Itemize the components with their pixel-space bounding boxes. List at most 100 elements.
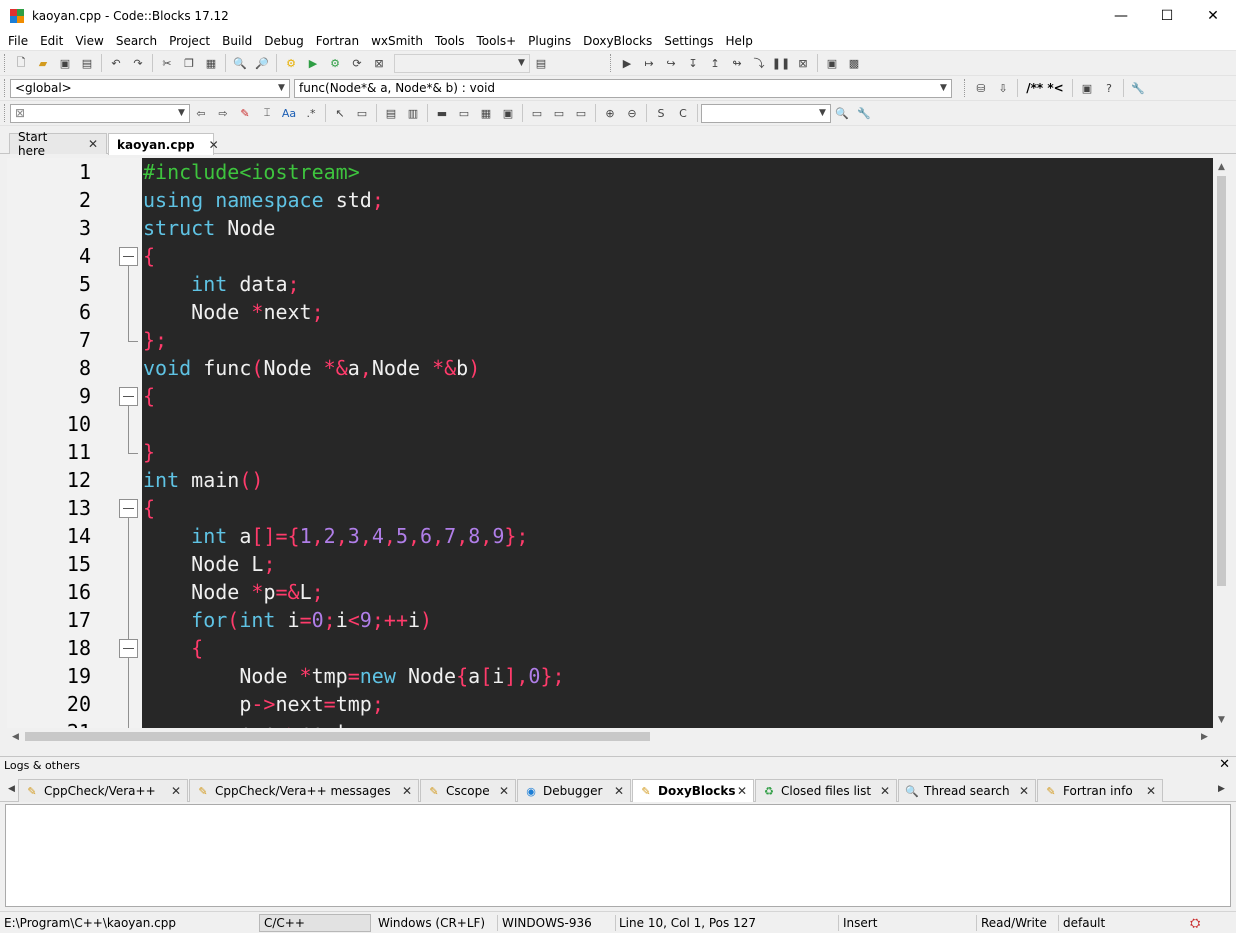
close-icon[interactable]: ✕ bbox=[209, 138, 219, 152]
run-icon[interactable]: ▶ bbox=[304, 54, 322, 72]
doxy-help-icon[interactable]: ? bbox=[1100, 79, 1118, 97]
tab-cscope[interactable]: ✎ Cscope ✕ bbox=[420, 779, 516, 802]
save-icon[interactable]: ▣ bbox=[56, 54, 74, 72]
tab-kaoyan-cpp[interactable]: kaoyan.cpp ✕ bbox=[108, 133, 219, 155]
dialog-icon[interactable]: ▤ bbox=[382, 104, 400, 122]
tab-cppcheck-vera-messages[interactable]: ✎ CppCheck/Vera++ messages ✕ bbox=[189, 779, 419, 802]
menu-build[interactable]: Build bbox=[216, 34, 258, 48]
function-combo[interactable]: func(Node*& a, Node*& b) : void ▼ bbox=[294, 78, 952, 98]
step-out-icon[interactable]: ↥ bbox=[706, 54, 724, 72]
sizer-grid-icon[interactable]: ▦ bbox=[477, 104, 495, 122]
cut-icon[interactable]: ✂ bbox=[158, 54, 176, 72]
tab-start-here[interactable]: Start here ✕ bbox=[9, 130, 107, 158]
menu-doxyblocks[interactable]: DoxyBlocks bbox=[577, 34, 658, 48]
clear-icon[interactable]: ⊠ bbox=[15, 106, 25, 120]
tab-scroll-right-icon[interactable]: ▶ bbox=[1218, 784, 1225, 794]
menu-settings[interactable]: Settings bbox=[658, 34, 719, 48]
close-icon[interactable]: ✕ bbox=[1146, 784, 1156, 798]
doxy-extract-icon[interactable]: ⇩ bbox=[994, 79, 1012, 97]
step-into-icon[interactable]: ↧ bbox=[684, 54, 702, 72]
tab-debugger[interactable]: ◉ Debugger ✕ bbox=[517, 779, 631, 802]
arrow-left-icon[interactable]: ⇦ bbox=[192, 104, 210, 122]
sizer-v-icon[interactable]: ▭ bbox=[455, 104, 473, 122]
menu-search[interactable]: Search bbox=[110, 34, 163, 48]
close-icon[interactable]: ✕ bbox=[880, 784, 890, 798]
text-widget-icon[interactable]: ▭ bbox=[550, 104, 568, 122]
scroll-thumb[interactable] bbox=[25, 732, 650, 741]
debug-windows-icon[interactable]: ▣ bbox=[823, 54, 841, 72]
symbol-c-icon[interactable]: C bbox=[674, 104, 692, 122]
menu-tools[interactable]: Tools bbox=[429, 34, 471, 48]
pointer-icon[interactable]: ↖ bbox=[331, 104, 349, 122]
sizer-h-icon[interactable]: ▬ bbox=[433, 104, 451, 122]
save-all-icon[interactable]: ▤ bbox=[78, 54, 96, 72]
close-icon[interactable]: ✕ bbox=[1219, 757, 1230, 772]
next-instruction-icon[interactable]: ↬ bbox=[728, 54, 746, 72]
scope-combo[interactable]: <global> ▼ bbox=[10, 78, 290, 98]
pause-icon[interactable]: ❚❚ bbox=[772, 54, 790, 72]
fold-toggle-icon[interactable] bbox=[119, 639, 138, 658]
redo-icon[interactable]: ↷ bbox=[129, 54, 147, 72]
choice-widget-icon[interactable]: ▭ bbox=[572, 104, 590, 122]
target-options-icon[interactable]: ▤ bbox=[532, 54, 550, 72]
menu-debug[interactable]: Debug bbox=[258, 34, 309, 48]
incremental-search-combo[interactable]: ▼ bbox=[701, 103, 831, 123]
menu-help[interactable]: Help bbox=[719, 34, 758, 48]
build-target-combo[interactable]: ▼ bbox=[394, 53, 530, 73]
scroll-up-icon[interactable]: ▲ bbox=[1213, 158, 1230, 175]
sizer-flex-icon[interactable]: ▣ bbox=[499, 104, 517, 122]
doxy-comment-button[interactable]: /** *< bbox=[1023, 79, 1067, 97]
stop-debug-icon[interactable]: ⊠ bbox=[794, 54, 812, 72]
build-and-run-icon[interactable]: ⚙ bbox=[326, 54, 344, 72]
close-icon[interactable]: ✕ bbox=[737, 784, 747, 798]
tools-wrench-icon[interactable]: 🔧 bbox=[855, 104, 873, 122]
arrow-right-icon[interactable]: ⇨ bbox=[214, 104, 232, 122]
zoom-out-icon[interactable]: ⊖ bbox=[623, 104, 641, 122]
zoom-in-icon[interactable]: ⊕ bbox=[601, 104, 619, 122]
horizontal-scrollbar[interactable]: ◀ ▶ bbox=[7, 728, 1213, 745]
tab-cppcheck-vera[interactable]: ✎ CppCheck/Vera++ ✕ bbox=[18, 779, 188, 802]
menu-plugins[interactable]: Plugins bbox=[522, 34, 577, 48]
highlight-icon[interactable]: ✎ bbox=[236, 104, 254, 122]
menu-file[interactable]: File bbox=[2, 34, 34, 48]
debug-continue-icon[interactable]: ▶ bbox=[618, 54, 636, 72]
replace-icon[interactable]: 🔎 bbox=[253, 54, 271, 72]
find-icon[interactable]: 🔍 bbox=[231, 54, 249, 72]
button-widget-icon[interactable]: ▭ bbox=[528, 104, 546, 122]
search-combo[interactable]: ⊠ ▼ bbox=[10, 103, 190, 123]
scroll-down-icon[interactable]: ▼ bbox=[1213, 711, 1230, 728]
rebuild-icon[interactable]: ⟳ bbox=[348, 54, 366, 72]
close-icon[interactable]: ✕ bbox=[171, 784, 181, 798]
minimize-button[interactable]: — bbox=[1098, 0, 1144, 31]
paste-icon[interactable]: ▦ bbox=[202, 54, 220, 72]
doxy-config-wrench-icon[interactable]: 🔧 bbox=[1129, 79, 1147, 97]
undo-icon[interactable]: ↶ bbox=[107, 54, 125, 72]
tab-doxyblocks[interactable]: ✎ DoxyBlocks ✕ bbox=[632, 779, 754, 802]
build-gear-icon[interactable]: ⚙ bbox=[282, 54, 300, 72]
close-icon[interactable]: ✕ bbox=[499, 784, 509, 798]
fold-toggle-icon[interactable] bbox=[119, 499, 138, 518]
copy-icon[interactable]: ❐ bbox=[180, 54, 198, 72]
tab-scroll-left-icon[interactable]: ◀ bbox=[8, 784, 15, 794]
menu-fortran[interactable]: Fortran bbox=[310, 34, 365, 48]
panel-icon[interactable]: ▥ bbox=[404, 104, 422, 122]
menu-view[interactable]: View bbox=[69, 34, 109, 48]
match-case-icon[interactable]: Aa bbox=[280, 104, 298, 122]
menu-project[interactable]: Project bbox=[163, 34, 216, 48]
close-icon[interactable]: ✕ bbox=[88, 137, 98, 151]
fold-toggle-icon[interactable] bbox=[119, 387, 138, 406]
next-line-icon[interactable]: ↪ bbox=[662, 54, 680, 72]
doxy-html-icon[interactable]: ▣ bbox=[1078, 79, 1096, 97]
menu-edit[interactable]: Edit bbox=[34, 34, 69, 48]
menu-tools-plus[interactable]: Tools+ bbox=[471, 34, 523, 48]
logs-content[interactable] bbox=[5, 804, 1231, 907]
frame-icon[interactable]: ▭ bbox=[353, 104, 371, 122]
tab-fortran-info[interactable]: ✎ Fortran info ✕ bbox=[1037, 779, 1163, 802]
abort-icon[interactable]: ⊠ bbox=[370, 54, 388, 72]
debug-info-icon[interactable]: ▩ bbox=[845, 54, 863, 72]
vertical-scrollbar[interactable]: ▲ ▼ bbox=[1213, 158, 1230, 728]
code-editor[interactable]: 1 2 3 4 5 6 7 8 9 10 11 12 13 14 15 16 1… bbox=[7, 158, 1213, 728]
tab-thread-search[interactable]: 🔍 Thread search ✕ bbox=[898, 779, 1036, 802]
symbol-s-icon[interactable]: S bbox=[652, 104, 670, 122]
tab-closed-files-list[interactable]: ♻ Closed files list ✕ bbox=[755, 779, 897, 802]
